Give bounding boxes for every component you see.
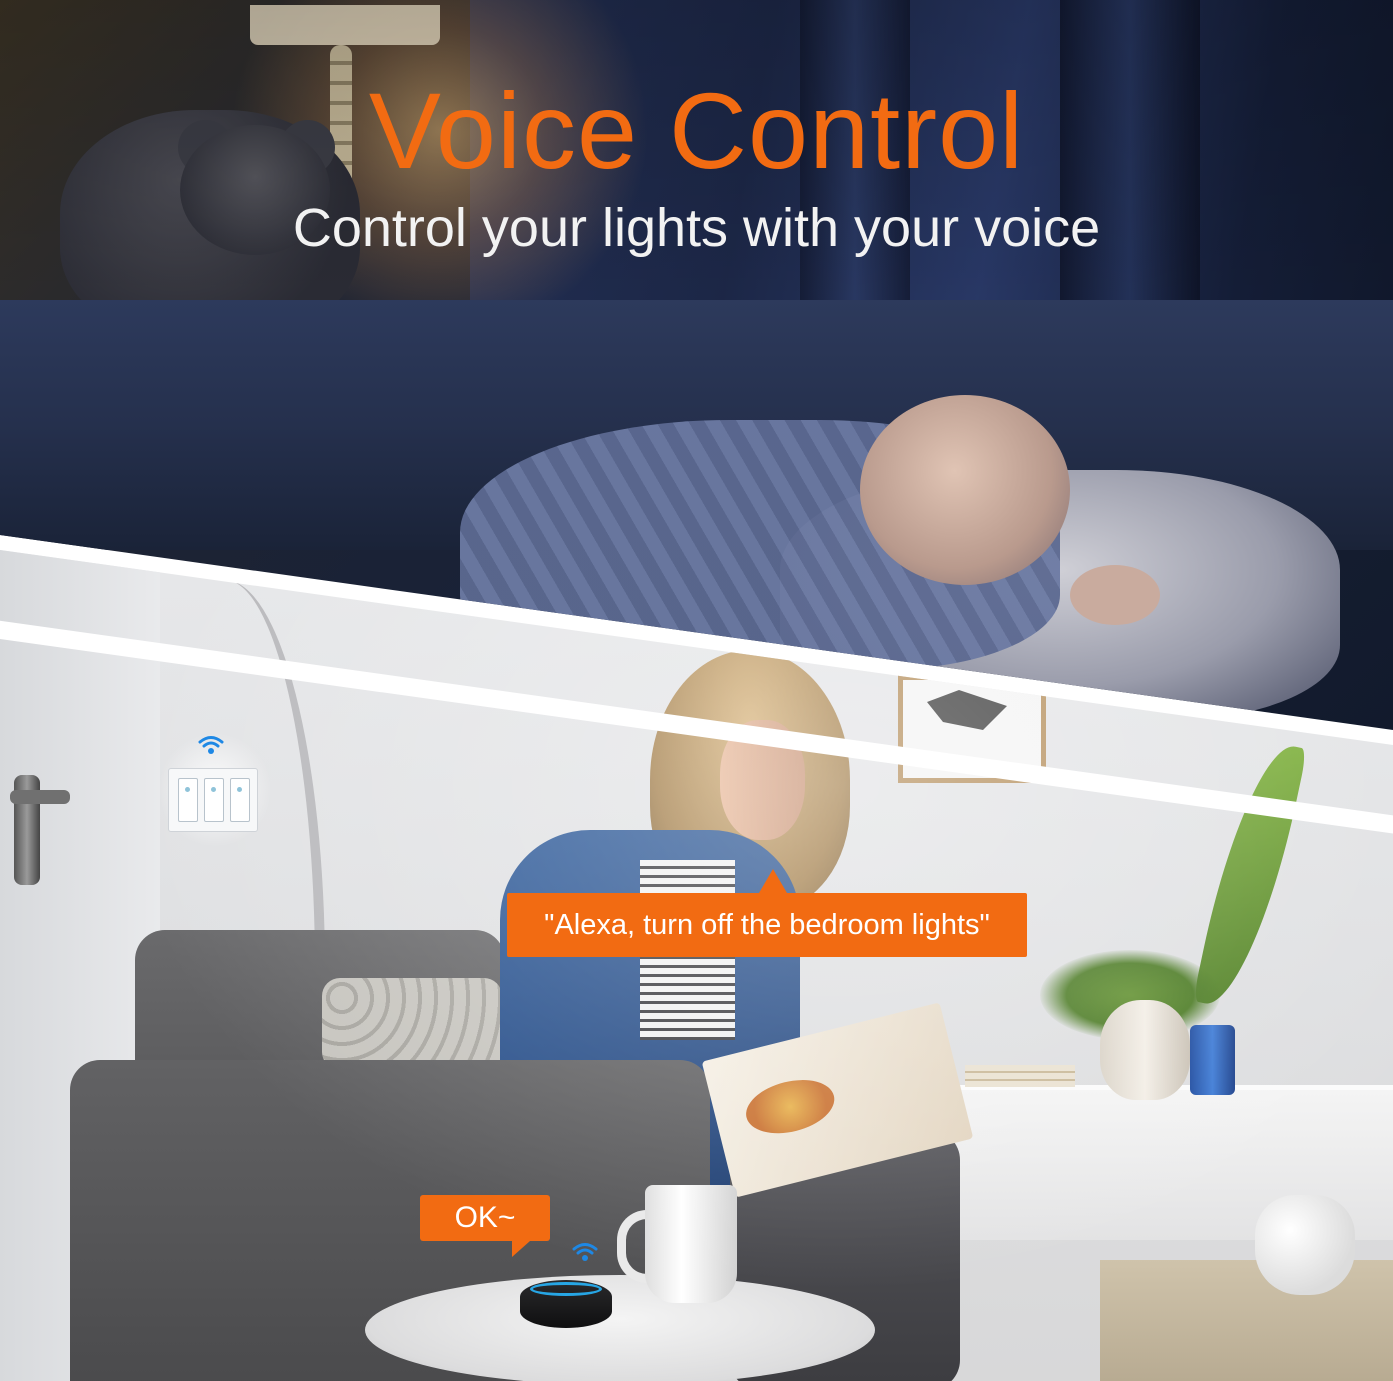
- wifi-icon: [198, 736, 224, 754]
- alexa-command-bubble: "Alexa, turn off the bedroom lights": [507, 869, 1027, 957]
- page-title: Voice Control: [368, 70, 1025, 191]
- switch-rocker: [178, 778, 198, 822]
- wifi-icon: [572, 1243, 598, 1261]
- switch-rocker: [204, 778, 224, 822]
- switch-rocker: [230, 778, 250, 822]
- product-image: Voice Control Control your lights with y…: [0, 0, 1393, 1381]
- smart-light-switch: [168, 768, 258, 832]
- echo-reply-bubble: OK~: [420, 1195, 550, 1257]
- page-subtitle: Control your lights with your voice: [292, 198, 1101, 258]
